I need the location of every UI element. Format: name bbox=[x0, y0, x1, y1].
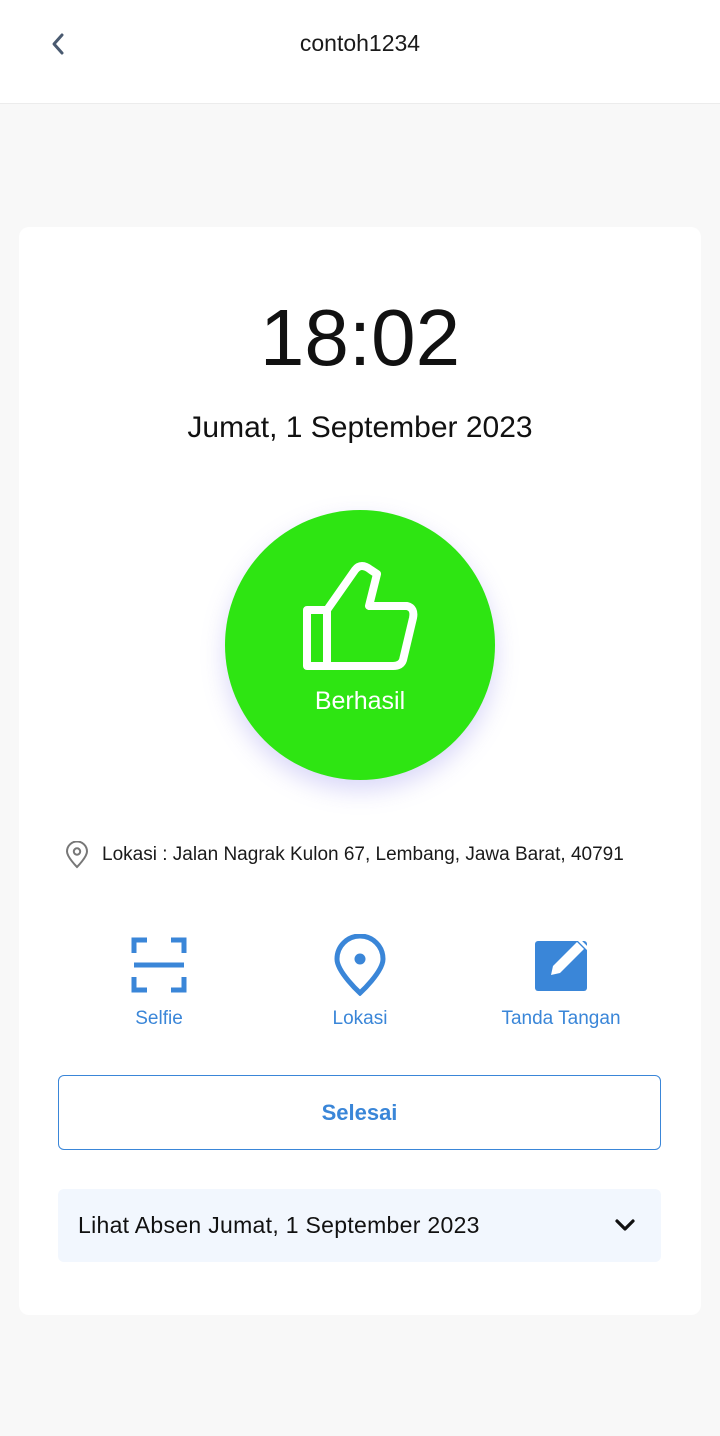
signature-label: Tanda Tangan bbox=[501, 1008, 621, 1029]
chevron-left-icon bbox=[52, 33, 64, 55]
signature-action[interactable]: Tanda Tangan bbox=[461, 930, 661, 1040]
view-attendance-dropdown[interactable]: Lihat Absen Jumat, 1 September 2023 bbox=[58, 1189, 661, 1262]
edit-square-icon bbox=[535, 937, 589, 991]
attendance-status-button[interactable]: Berhasil bbox=[225, 510, 495, 780]
back-button[interactable] bbox=[36, 22, 80, 66]
thumbs-up-icon bbox=[303, 562, 418, 670]
status-label: Berhasil bbox=[314, 687, 406, 715]
view-attendance-label: Lihat Absen Jumat, 1 September 2023 bbox=[78, 1212, 480, 1238]
clock-date: Jumat, 1 September 2023 bbox=[187, 411, 533, 444]
clock-time: 18:02 bbox=[259, 293, 461, 382]
page-title: contoh1234 bbox=[299, 29, 421, 56]
location-text: Lokasi : Jalan Nagrak Kulon 67, Lembang,… bbox=[102, 844, 624, 865]
selfie-label: Selfie bbox=[135, 1008, 183, 1029]
location-action[interactable]: Lokasi bbox=[260, 930, 460, 1040]
chevron-down-icon bbox=[615, 1219, 635, 1231]
location-info: Lokasi : Jalan Nagrak Kulon 67, Lembang,… bbox=[64, 840, 684, 870]
selfie-action[interactable]: Selfie bbox=[59, 930, 259, 1040]
map-pin-outline-icon bbox=[65, 841, 89, 869]
map-pin-icon bbox=[334, 934, 386, 996]
finish-button[interactable]: Selesai bbox=[58, 1075, 661, 1150]
scan-frame-icon bbox=[131, 937, 187, 993]
location-label: Lokasi bbox=[332, 1008, 388, 1029]
top-bar: contoh1234 bbox=[0, 0, 720, 104]
